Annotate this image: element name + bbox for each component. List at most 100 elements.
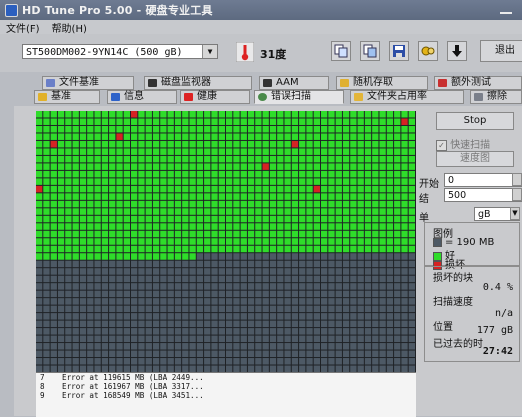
- pending-block: [350, 275, 357, 283]
- tab-folder-usage[interactable]: 文件夹占用率: [350, 90, 464, 104]
- pending-block: [116, 283, 123, 290]
- save-button[interactable]: [389, 41, 409, 61]
- pending-block: [262, 320, 269, 328]
- ok-block: [321, 200, 328, 208]
- pending-block: [87, 283, 94, 290]
- options-button[interactable]: [418, 41, 438, 61]
- exit-button[interactable]: 退出: [480, 40, 522, 62]
- chevron-down-icon[interactable]: ▼: [510, 207, 520, 220]
- pending-block: [372, 350, 379, 358]
- pending-block: [138, 275, 145, 283]
- ok-block: [109, 155, 116, 163]
- ok-block: [277, 238, 284, 245]
- ok-block: [226, 223, 233, 230]
- speed-map-button[interactable]: 速度图: [436, 151, 514, 167]
- ok-block: [401, 163, 408, 170]
- chevron-down-icon[interactable]: ▼: [202, 45, 217, 58]
- ok-block: [269, 245, 277, 253]
- pending-block: [43, 350, 50, 358]
- pending-block: [160, 283, 167, 290]
- ok-block: [240, 170, 247, 178]
- ok-block: [372, 238, 379, 245]
- ok-block: [211, 178, 218, 185]
- minimize-icon[interactable]: [500, 6, 512, 14]
- ok-block: [335, 238, 342, 245]
- unit-select[interactable]: gB ▼: [474, 207, 520, 221]
- ok-block: [123, 125, 130, 133]
- ok-block: [357, 140, 364, 148]
- ok-block: [401, 140, 408, 148]
- pending-block: [65, 275, 72, 283]
- quick-scan-checkbox[interactable]: ✓: [436, 139, 447, 151]
- ok-block: [284, 230, 291, 238]
- tab-health[interactable]: 健康: [180, 90, 250, 104]
- tab-file-benchmark[interactable]: 文件基准: [42, 76, 134, 90]
- ok-block: [306, 230, 313, 238]
- ok-block: [379, 230, 386, 238]
- download-button[interactable]: [447, 41, 467, 61]
- ok-block: [357, 125, 364, 133]
- ok-block: [379, 155, 386, 163]
- ok-block: [350, 245, 357, 253]
- pending-block: [394, 253, 401, 260]
- copy-info-button[interactable]: [331, 41, 351, 61]
- tab-erase[interactable]: 擦除: [470, 90, 522, 104]
- ok-block: [204, 215, 211, 223]
- ok-block: [247, 245, 255, 253]
- ok-block: [218, 193, 225, 200]
- pending-block: [342, 260, 350, 268]
- menu-help[interactable]: 帮助(H): [46, 20, 93, 35]
- ok-block: [109, 193, 116, 200]
- ok-block: [408, 163, 415, 170]
- ok-block: [342, 163, 350, 170]
- ok-block: [379, 208, 386, 215]
- pending-block: [342, 298, 350, 305]
- ok-block: [240, 245, 247, 253]
- end-field[interactable]: 500: [444, 188, 522, 202]
- ok-block: [226, 245, 233, 253]
- ok-block: [233, 155, 240, 163]
- tab-disk-monitor[interactable]: 磁盘监视器: [144, 76, 252, 90]
- ok-block: [160, 170, 167, 178]
- pending-block: [291, 343, 299, 350]
- ok-block: [247, 230, 255, 238]
- drive-select[interactable]: ST500DM002-9YN14C (500 gB) ▼: [22, 44, 218, 59]
- error-log[interactable]: 7 Error at 119615 MB (LBA 2449... 8 Error …: [36, 372, 416, 417]
- start-field[interactable]: 0: [444, 173, 522, 187]
- pending-block: [357, 343, 364, 350]
- tab-aam[interactable]: AAM: [259, 76, 329, 90]
- ok-block: [313, 200, 320, 208]
- ok-block: [116, 223, 123, 230]
- pending-block: [36, 268, 43, 275]
- pending-block: [79, 335, 87, 343]
- ok-block: [109, 163, 116, 170]
- health-cross-icon: [184, 93, 193, 101]
- pending-block: [36, 283, 43, 290]
- pending-block: [43, 328, 50, 335]
- start-spinner[interactable]: [512, 173, 522, 186]
- ok-block: [182, 111, 189, 118]
- tab-random-access[interactable]: 随机存取: [336, 76, 428, 90]
- pending-block: [50, 290, 57, 298]
- ok-block: [335, 155, 342, 163]
- app-icon: [5, 3, 18, 17]
- end-spinner[interactable]: [512, 188, 522, 201]
- ok-block: [65, 155, 72, 163]
- ok-block: [386, 215, 394, 223]
- ok-block: [321, 133, 328, 140]
- menu-file[interactable]: 文件(F): [0, 20, 46, 35]
- pending-block: [167, 298, 174, 305]
- tab-extra-tests[interactable]: 额外测试: [434, 76, 522, 90]
- ok-block: [196, 193, 204, 200]
- tab-error-scan[interactable]: 错误扫描: [254, 90, 344, 104]
- ok-block: [50, 230, 57, 238]
- ok-block: [255, 185, 262, 193]
- tab-info[interactable]: 信息: [107, 90, 177, 104]
- ok-block: [379, 148, 386, 155]
- ok-block: [408, 223, 415, 230]
- ok-block: [109, 133, 116, 140]
- stop-button[interactable]: Stop: [436, 112, 514, 130]
- quick-scan-option[interactable]: ✓ 快速扫描: [436, 136, 490, 151]
- copy-screen-button[interactable]: [360, 41, 380, 61]
- tab-benchmark[interactable]: 基准: [34, 90, 100, 104]
